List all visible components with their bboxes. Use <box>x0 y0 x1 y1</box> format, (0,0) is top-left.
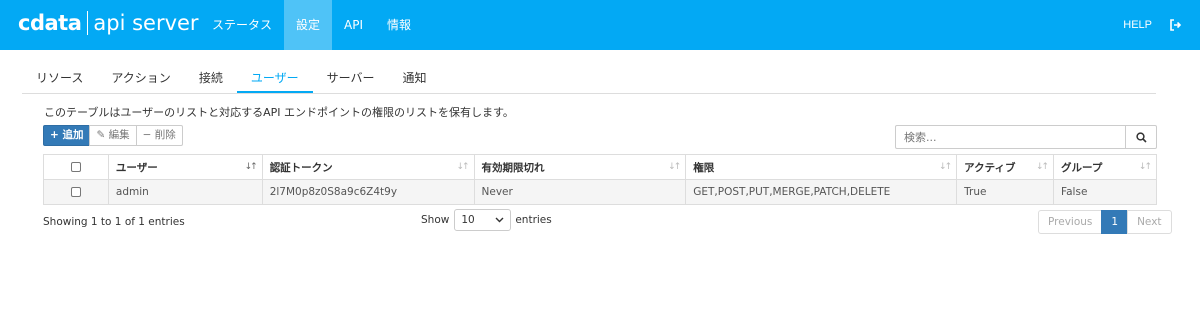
pagination: Previous 1 Next <box>1038 210 1172 234</box>
nav-api[interactable]: API <box>332 0 375 50</box>
table-description: このテーブルはユーザーのリストと対応するAPI エンドポイントの権限のリストを保… <box>44 106 514 119</box>
cell-token: 2l7M0p8z0S8a9c6Z4t9y <box>261 179 475 205</box>
add-button[interactable]: + 追加 <box>43 125 91 146</box>
help-link[interactable]: HELP <box>1123 0 1152 50</box>
app-logo[interactable]: cdata api server <box>18 11 199 35</box>
col-active-label: アクティブ <box>964 161 1016 174</box>
delete-button[interactable]: − 削除 <box>135 125 183 146</box>
search-icon <box>1135 131 1147 143</box>
col-token[interactable]: 認証トークン ↓↑ <box>261 154 475 180</box>
sort-icon: ↓↑ <box>456 162 469 172</box>
col-user-label: ユーザー <box>115 161 158 174</box>
row-select-cell <box>43 179 109 205</box>
tab-server[interactable]: サーバー <box>313 67 389 93</box>
tab-notifications[interactable]: 通知 <box>388 67 440 93</box>
col-expiry-label: 有効期限切れ <box>481 161 545 174</box>
sort-icon: ↓↑ <box>1138 162 1152 172</box>
table-row[interactable]: admin 2l7M0p8z0S8a9c6Z4t9y Never GET,POS… <box>43 179 1157 205</box>
search-box <box>895 125 1157 149</box>
chevron-down-icon <box>495 217 504 223</box>
table-header-row: ユーザー ↓↑ 認証トークン ↓↑ 有効期限切れ ↓↑ 権限 ↓↑ アクティブ … <box>43 154 1157 180</box>
top-navbar: cdata api server ステータス 設定 API 情報 HELP <box>0 0 1200 50</box>
logout-icon[interactable] <box>1170 19 1182 31</box>
col-active[interactable]: アクティブ ↓↑ <box>956 154 1055 180</box>
edit-icon: ✎ <box>96 129 106 141</box>
col-expiry[interactable]: 有効期限切れ ↓↑ <box>473 154 687 180</box>
edit-label: 編集 <box>108 129 130 141</box>
col-token-label: 認証トークン <box>269 161 333 174</box>
logo-brand: cdata <box>18 11 82 35</box>
toolbar: + 追加 ✎ 編集 − 削除 <box>43 125 183 146</box>
settings-tabs: リソース アクション 接続 ユーザー サーバー 通知 <box>22 67 1156 94</box>
delete-label: 削除 <box>154 129 176 141</box>
tab-connections[interactable]: 接続 <box>185 67 237 93</box>
cell-active: True <box>956 179 1055 205</box>
nav-info[interactable]: 情報 <box>375 0 423 50</box>
col-group-label: グループ <box>1061 161 1103 174</box>
main-nav: ステータス 設定 API 情報 <box>200 0 423 50</box>
page-1-button[interactable]: 1 <box>1101 210 1129 234</box>
cell-expiry: Never <box>473 179 687 205</box>
logo-divider <box>87 11 89 35</box>
select-all-checkbox[interactable] <box>70 162 81 172</box>
page-size-select[interactable]: 10 <box>454 209 512 231</box>
show-label: Show <box>421 214 450 226</box>
tab-resources[interactable]: リソース <box>22 67 97 93</box>
nav-settings[interactable]: 設定 <box>284 0 333 50</box>
sort-icon: ↓↑ <box>1035 162 1049 172</box>
tab-actions[interactable]: アクション <box>97 67 184 93</box>
select-all-header <box>43 154 109 180</box>
edit-button[interactable]: ✎ 編集 <box>89 125 137 146</box>
users-table: ユーザー ↓↑ 認証トークン ↓↑ 有効期限切れ ↓↑ 権限 ↓↑ アクティブ … <box>43 154 1157 205</box>
sort-asc-icon: ↓↑ <box>244 162 258 172</box>
tab-users[interactable]: ユーザー <box>236 67 313 93</box>
next-button[interactable]: Next <box>1127 210 1172 234</box>
search-button[interactable] <box>1126 125 1157 149</box>
sort-icon: ↓↑ <box>939 162 952 172</box>
sort-icon: ↓↑ <box>668 162 681 172</box>
page-length: Show 10 entries <box>421 209 552 231</box>
search-input[interactable] <box>895 125 1126 149</box>
nav-status[interactable]: ステータス <box>200 0 284 50</box>
entries-label: entries <box>515 214 552 226</box>
page-size-value: 10 <box>461 214 475 226</box>
previous-button[interactable]: Previous <box>1038 210 1103 234</box>
col-permissions[interactable]: 権限 ↓↑ <box>685 154 958 180</box>
table-info: Showing 1 to 1 of 1 entries <box>43 216 185 228</box>
logo-product: api server <box>93 11 199 35</box>
col-permissions-label: 権限 <box>693 161 715 174</box>
col-user[interactable]: ユーザー ↓↑ <box>107 154 263 180</box>
cell-group: False <box>1053 179 1157 205</box>
minus-icon: − <box>142 129 152 141</box>
cell-user: admin <box>107 179 263 205</box>
row-checkbox[interactable] <box>70 187 81 197</box>
col-group[interactable]: グループ ↓↑ <box>1053 154 1157 180</box>
cell-permissions: GET,POST,PUT,MERGE,PATCH,DELETE <box>685 179 958 205</box>
